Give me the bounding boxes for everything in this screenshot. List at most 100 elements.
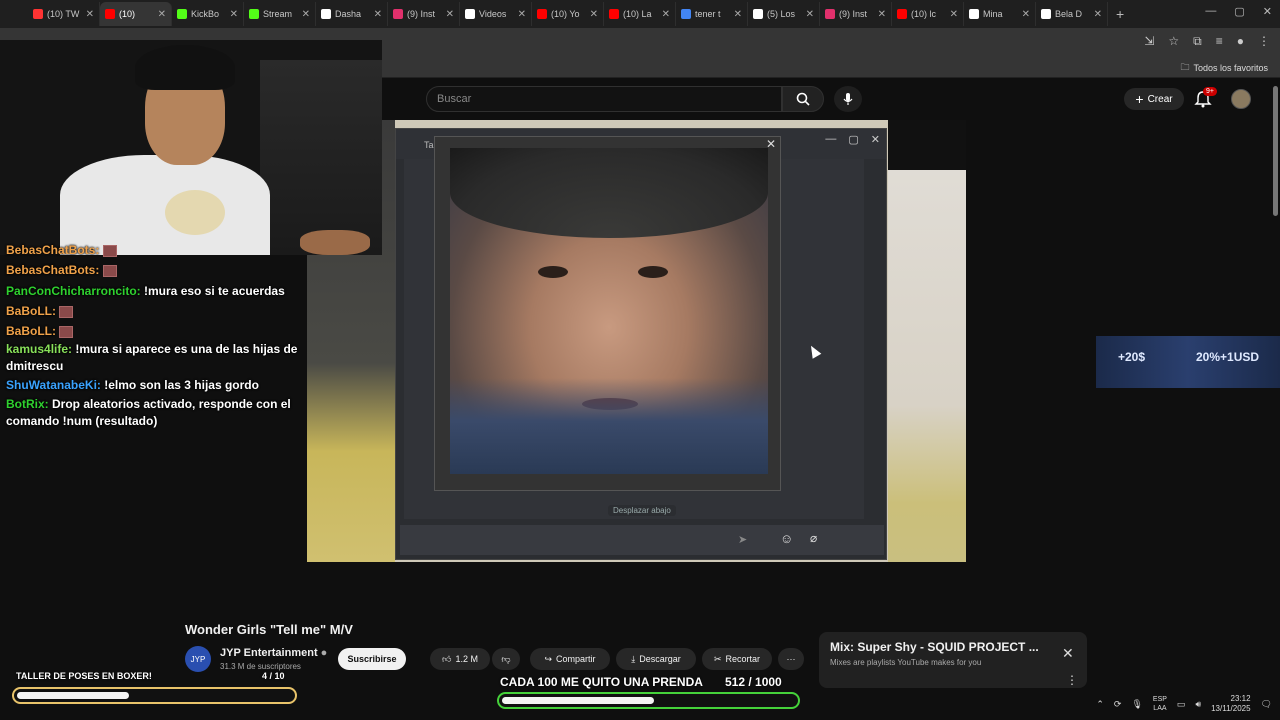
search-input[interactable]: Buscar — [426, 86, 782, 112]
mix-close-icon[interactable]: ✕ — [1062, 645, 1074, 662]
tab-close-icon[interactable]: ✕ — [590, 9, 598, 20]
page-scrollbar[interactable] — [1273, 86, 1278, 216]
browser-tab[interactable]: Dasha ✕ — [316, 2, 388, 26]
tab-close-icon[interactable]: ✕ — [662, 9, 670, 20]
tab-favicon-icon — [249, 9, 259, 19]
tab-close-icon[interactable]: ✕ — [806, 9, 814, 20]
popup-maximize-icon[interactable]: ▢ — [848, 133, 858, 146]
maximize-icon[interactable]: ▢ — [1234, 5, 1244, 18]
chat-username[interactable]: BaBoLL: — [6, 324, 56, 338]
subscribe-button[interactable]: Suscribirse — [338, 648, 406, 670]
sidebar-ad-banner[interactable]: +20$ 20%+1USD — [1096, 336, 1280, 388]
chat-username[interactable]: PanConChicharroncito: — [6, 284, 141, 298]
all-bookmarks[interactable]: 🗀 Todos los favoritos — [1180, 60, 1268, 76]
more-actions-button[interactable]: ··· — [778, 648, 804, 670]
tab-close-icon[interactable]: ✕ — [518, 9, 526, 20]
create-button[interactable]: + Crear — [1124, 88, 1184, 110]
channel-name-text: JYP Entertainment — [220, 647, 318, 659]
chat-message: BebasChatBots: — [0, 240, 340, 260]
browser-tab[interactable]: (10) ✕ — [100, 2, 172, 26]
profile-icon[interactable]: ● — [1237, 34, 1244, 49]
browser-tab[interactable]: tener t ✕ — [676, 2, 748, 26]
chat-username[interactable]: BebasChatBots: — [6, 243, 99, 257]
tab-favicon-icon — [681, 9, 691, 19]
chat-username[interactable]: kamus4life: — [6, 342, 72, 356]
browser-tab[interactable]: Stream ✕ — [244, 2, 316, 26]
goal-left-progress-fill — [17, 692, 129, 699]
minimize-icon[interactable]: — — [1205, 5, 1216, 18]
attach-icon[interactable]: ⌀ — [810, 531, 817, 545]
tab-label: Videos — [479, 9, 507, 19]
tab-label: (10) Yo — [551, 9, 580, 19]
send-icon[interactable]: ➤ — [738, 533, 747, 546]
new-tab-button[interactable]: + — [1116, 6, 1124, 22]
channel-avatar[interactable]: JYP — [185, 646, 211, 672]
goal-right-label: CADA 100 ME QUITO UNA PRENDA — [500, 675, 703, 689]
tab-close-icon[interactable]: ✕ — [446, 9, 454, 20]
tab-close-icon[interactable]: ✕ — [158, 9, 166, 20]
channel-name[interactable]: JYP Entertainment ● — [220, 647, 327, 659]
chat-message: BaBoLL: — [0, 301, 340, 321]
refresh-icon[interactable]: ⟳ — [1114, 699, 1122, 710]
tab-close-icon[interactable]: ✕ — [1094, 9, 1102, 20]
share-button[interactable]: ↪ Compartir — [530, 648, 610, 670]
tab-close-icon[interactable]: ✕ — [374, 9, 382, 20]
chat-emote-icon — [102, 244, 117, 257]
tab-close-icon[interactable]: ✕ — [878, 9, 886, 20]
browser-tab[interactable]: Videos ✕ — [460, 2, 532, 26]
tab-close-icon[interactable]: ✕ — [950, 9, 958, 20]
mix-title[interactable]: Mix: Super Shy - SQUID PROJECT ... — [830, 640, 1039, 654]
scroll-down-hint[interactable]: Desplazar abajo — [608, 505, 676, 516]
menu-icon[interactable]: ⋮ — [1258, 34, 1270, 49]
system-clock[interactable]: 23:12 13/11/2025 — [1211, 694, 1250, 714]
star-icon[interactable]: ☆ — [1168, 34, 1179, 49]
emoji-icon[interactable]: ☺ — [780, 531, 793, 546]
volume-icon[interactable]: 🔊︎ — [1195, 699, 1201, 710]
browser-tab[interactable]: Mina ✕ — [964, 2, 1036, 26]
chat-username[interactable]: BaBoLL: — [6, 304, 56, 318]
popup-close-icon[interactable]: ✕ — [871, 133, 880, 146]
dislike-button[interactable]: 👎︎ — [492, 648, 520, 670]
tab-label: (9) Inst — [839, 9, 868, 19]
chevron-up-icon[interactable]: ⌃ — [1096, 699, 1104, 710]
clip-button[interactable]: ✂ Recortar — [702, 648, 772, 670]
popup-minimize-icon[interactable]: — — [825, 133, 836, 146]
notification-tray-icon[interactable]: 🗨︎ — [1261, 699, 1272, 710]
system-tray: ⌃ ⟳ 🎙︎ ESP LAA ▭ 🔊︎ 23:12 13/11/2025 🗨︎ — [1096, 694, 1272, 714]
browser-tab[interactable]: (9) Inst ✕ — [388, 2, 460, 26]
like-button[interactable]: 👍︎ 1.2 M — [430, 648, 490, 670]
browser-tab[interactable]: KickBo ✕ — [172, 2, 244, 26]
chat-username[interactable]: BotRix: — [6, 397, 49, 411]
language-indicator[interactable]: ESP LAA — [1153, 695, 1167, 713]
tab-close-icon[interactable]: ✕ — [86, 9, 94, 20]
browser-tab[interactable]: (10) lc ✕ — [892, 2, 964, 26]
network-icon[interactable]: ▭ — [1177, 699, 1186, 710]
close-icon[interactable]: ✕ — [1263, 5, 1272, 18]
voice-search-button[interactable] — [834, 86, 862, 112]
extensions-icon[interactable]: ⧉ — [1193, 34, 1202, 49]
search-button[interactable] — [782, 86, 824, 112]
goal-left-count: 4 / 10 — [262, 671, 285, 681]
tab-close-icon[interactable]: ✕ — [302, 9, 310, 20]
tab-close-icon[interactable]: ✕ — [734, 9, 742, 20]
browser-tab[interactable]: (10) La ✕ — [604, 2, 676, 26]
browser-tab[interactable]: (10) Yo ✕ — [532, 2, 604, 26]
mix-more-icon[interactable]: ⋮ — [1066, 673, 1078, 687]
chat-message: kamus4life: !mura si aparece es una de l… — [0, 341, 340, 375]
mic-tray-icon[interactable]: 🎙︎ — [1131, 699, 1142, 710]
tab-label: (10) La — [623, 9, 652, 19]
video-right-region — [888, 170, 966, 562]
download-button[interactable]: ⤓ Descargar — [616, 648, 696, 670]
media-icon[interactable]: ≡ — [1216, 34, 1223, 49]
tab-close-icon[interactable]: ✕ — [1022, 9, 1030, 20]
chat-username[interactable]: ShuWatanabeKi: — [6, 378, 101, 392]
install-icon[interactable]: ⇲ — [1144, 34, 1154, 49]
browser-tab[interactable]: Bela D ✕ — [1036, 2, 1108, 26]
tab-close-icon[interactable]: ✕ — [230, 9, 238, 20]
browser-tab[interactable]: (9) Inst ✕ — [820, 2, 892, 26]
browser-tab[interactable]: (10) TW ✕ — [28, 2, 100, 26]
account-avatar[interactable] — [1231, 89, 1251, 109]
chat-username[interactable]: BebasChatBots: — [6, 263, 99, 277]
search-icon — [796, 92, 810, 106]
browser-tab[interactable]: (5) Los ✕ — [748, 2, 820, 26]
